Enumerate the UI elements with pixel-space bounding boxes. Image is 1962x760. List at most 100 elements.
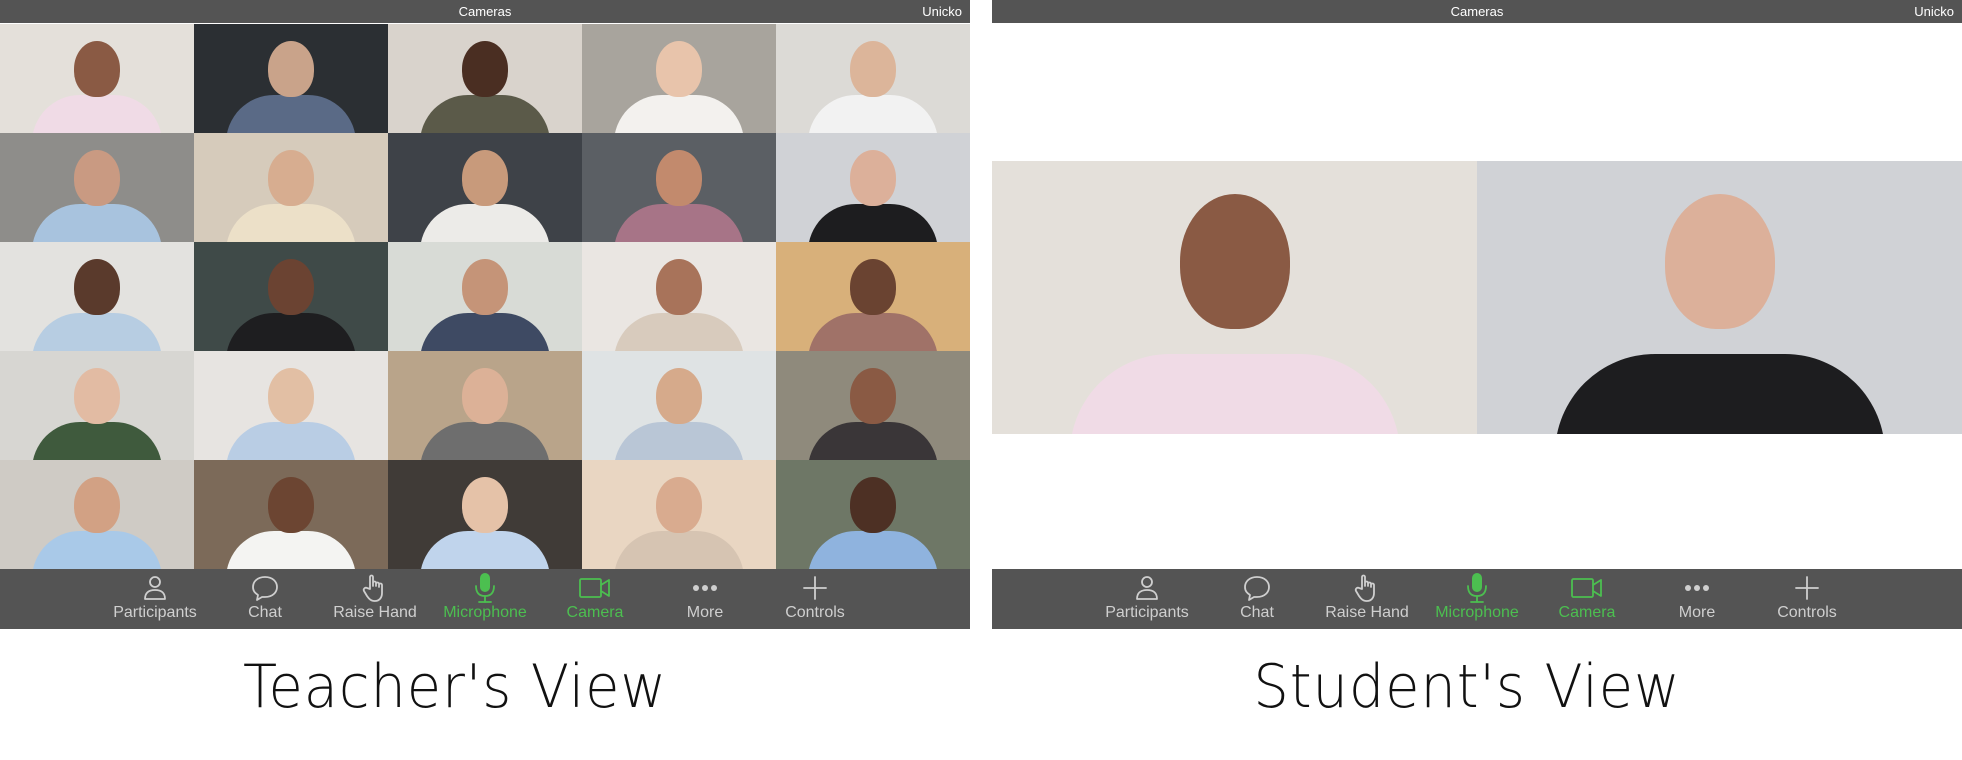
participant-video-tile[interactable] <box>776 460 970 569</box>
participant-silhouette-head <box>850 150 896 207</box>
participant-silhouette-body <box>808 531 938 569</box>
plus-icon <box>1789 573 1825 603</box>
participant-video-tile[interactable] <box>388 460 582 569</box>
participant-video-tile[interactable] <box>194 242 388 351</box>
participant-silhouette-body <box>808 204 938 242</box>
toolbar-label: Raise Hand <box>333 604 417 621</box>
window-title: Cameras <box>458 4 512 19</box>
participant-video-tile[interactable] <box>776 24 970 133</box>
ellipsis-icon <box>687 573 723 603</box>
participant-silhouette-body <box>226 531 356 569</box>
participant-video-tile[interactable] <box>194 133 388 242</box>
ellipsis-icon <box>1679 573 1715 603</box>
participant-video-tile[interactable] <box>776 133 970 242</box>
participant-silhouette-body <box>614 95 744 133</box>
toolbar-chat-button[interactable]: Chat <box>1202 569 1312 629</box>
participant-silhouette-head <box>656 477 702 534</box>
video-stage <box>992 161 1962 434</box>
participant-video-tile[interactable] <box>388 133 582 242</box>
participant-silhouette-head <box>462 41 508 98</box>
teacher-view-caption: Teacher's View <box>242 652 668 722</box>
toolbar-camera-button[interactable]: Camera <box>1532 569 1642 629</box>
participant-silhouette-body <box>226 95 356 133</box>
toolbar-label: Chat <box>248 604 282 621</box>
participant-video-tile[interactable] <box>194 351 388 460</box>
participant-video-tile[interactable] <box>582 351 776 460</box>
participant-silhouette-body <box>808 95 938 133</box>
toolbar-raise-hand-button[interactable]: Raise Hand <box>1312 569 1422 629</box>
participant-video-tile[interactable] <box>992 161 1477 434</box>
participant-silhouette-body <box>420 95 550 133</box>
participant-video-tile[interactable] <box>388 242 582 351</box>
participant-video-tile[interactable] <box>0 24 194 133</box>
plus-icon <box>797 573 833 603</box>
participant-silhouette-body <box>1069 354 1400 434</box>
hand-pointer-icon <box>1349 573 1385 603</box>
participant-video-tile[interactable] <box>0 242 194 351</box>
participant-silhouette-body <box>32 313 162 351</box>
toolbar-participants-button[interactable]: Participants <box>1092 569 1202 629</box>
participant-video-tile[interactable] <box>0 133 194 242</box>
toolbar-label: Participants <box>113 604 197 621</box>
meeting-toolbar: Participants Chat Raise Hand Microphone Came… <box>992 569 1962 629</box>
participant-silhouette-body <box>808 422 938 460</box>
participant-silhouette-head <box>268 259 314 316</box>
toolbar-controls-button[interactable]: Controls <box>760 569 870 629</box>
toolbar-participants-button[interactable]: Participants <box>100 569 210 629</box>
participant-silhouette-head <box>74 368 120 425</box>
toolbar-microphone-button[interactable]: Microphone <box>1422 569 1532 629</box>
microphone-icon <box>1459 573 1495 603</box>
participant-silhouette-head <box>850 259 896 316</box>
participant-video-tile[interactable] <box>1477 161 1962 434</box>
toolbar-camera-button[interactable]: Camera <box>540 569 650 629</box>
participant-video-tile[interactable] <box>0 460 194 569</box>
meeting-toolbar: Participants Chat Raise Hand Microphone Came… <box>0 569 970 629</box>
participant-video-tile[interactable] <box>776 242 970 351</box>
participant-silhouette-head <box>850 477 896 534</box>
hand-pointer-icon <box>357 573 393 603</box>
toolbar-raise-hand-button[interactable]: Raise Hand <box>320 569 430 629</box>
window-title: Cameras <box>1450 4 1504 19</box>
toolbar-more-button[interactable]: More <box>1642 569 1752 629</box>
participant-video-tile[interactable] <box>0 351 194 460</box>
participant-silhouette-head <box>462 477 508 534</box>
participant-video-tile[interactable] <box>388 351 582 460</box>
participant-video-tile[interactable] <box>388 24 582 133</box>
person-icon <box>137 573 173 603</box>
toolbar-label: Participants <box>1105 604 1189 621</box>
toolbar-label: More <box>1678 604 1716 621</box>
toolbar-label: Chat <box>1240 604 1274 621</box>
participant-silhouette-body <box>226 313 356 351</box>
participant-video-tile[interactable] <box>582 460 776 569</box>
toolbar-microphone-button[interactable]: Microphone <box>430 569 540 629</box>
participant-video-tile[interactable] <box>194 24 388 133</box>
student-view-caption: Student's View <box>1253 652 1681 722</box>
participant-silhouette-body <box>32 531 162 569</box>
microphone-icon <box>467 573 503 603</box>
title-bar: Cameras Unicko <box>992 0 1962 23</box>
participant-video-tile[interactable] <box>582 133 776 242</box>
participant-silhouette-body <box>614 313 744 351</box>
toolbar-label: Raise Hand <box>1325 604 1409 621</box>
toolbar-label: Microphone <box>443 604 527 621</box>
toolbar-label: Controls <box>1777 604 1837 621</box>
student-view-window: Cameras Unicko Participants Chat Raise Han… <box>992 0 1962 629</box>
participant-video-tile[interactable] <box>194 460 388 569</box>
video-grid <box>0 24 970 569</box>
participant-silhouette-head <box>850 41 896 98</box>
participant-silhouette-body <box>226 422 356 460</box>
participant-video-tile[interactable] <box>582 242 776 351</box>
participant-silhouette-head <box>656 368 702 425</box>
participant-silhouette-head <box>1179 193 1290 329</box>
video-camera-icon <box>577 573 613 603</box>
toolbar-label: Camera <box>1558 604 1616 621</box>
participant-video-tile[interactable] <box>776 351 970 460</box>
toolbar-controls-button[interactable]: Controls <box>1752 569 1862 629</box>
participant-silhouette-head <box>462 259 508 316</box>
participant-silhouette-body <box>808 313 938 351</box>
toolbar-more-button[interactable]: More <box>650 569 760 629</box>
toolbar-chat-button[interactable]: Chat <box>210 569 320 629</box>
participant-silhouette-head <box>268 368 314 425</box>
participant-silhouette-head <box>74 477 120 534</box>
participant-video-tile[interactable] <box>582 24 776 133</box>
